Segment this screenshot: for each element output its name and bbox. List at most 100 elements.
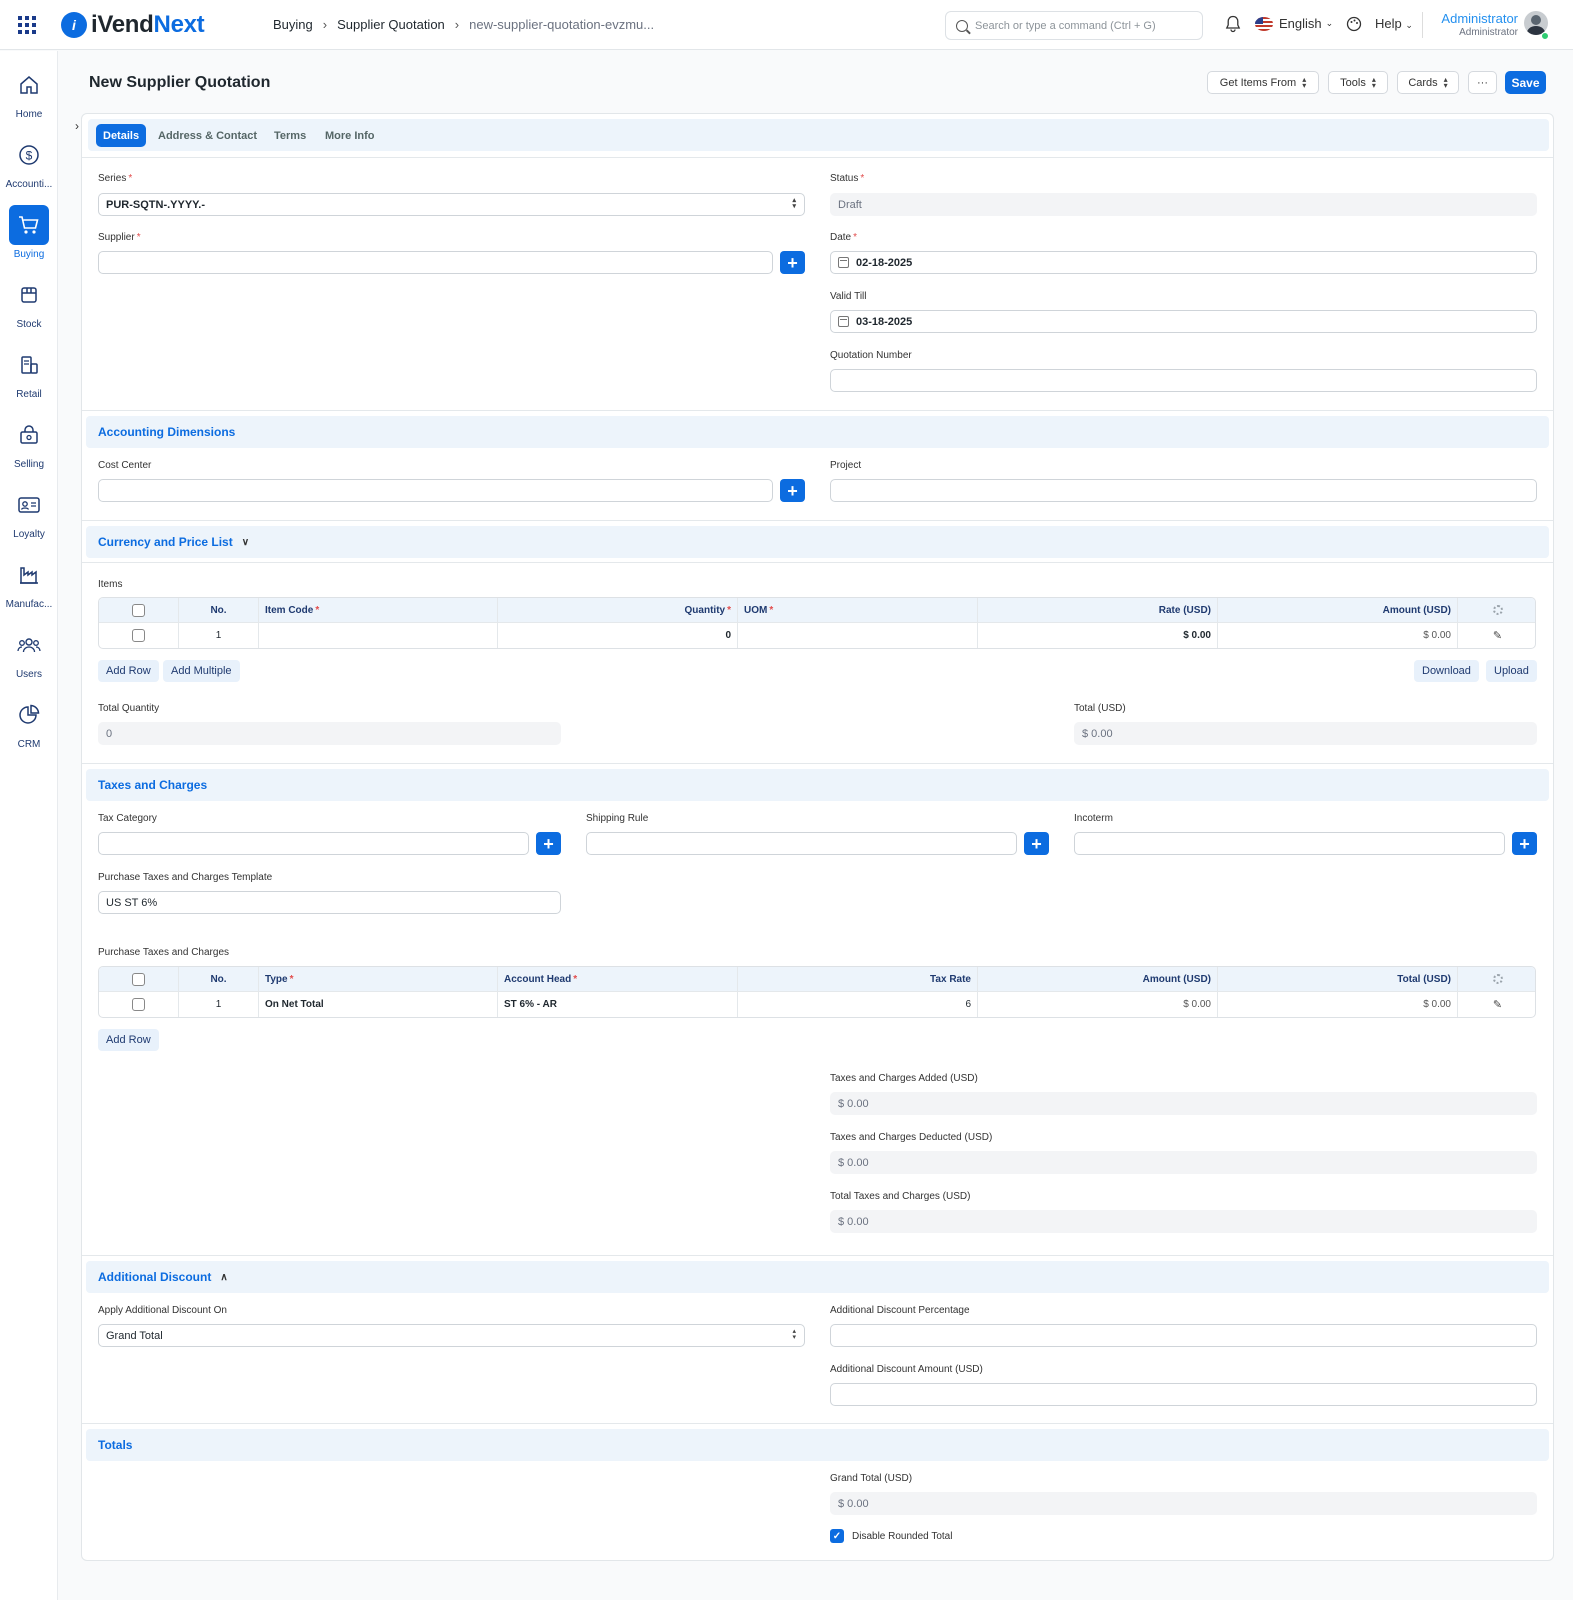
home-icon	[20, 76, 38, 94]
cost-center-input[interactable]	[98, 479, 773, 502]
total-cell: $ 0.00	[1218, 992, 1458, 1017]
item-code-cell[interactable]	[259, 623, 498, 648]
add-cost-center-button[interactable]: +	[780, 479, 805, 502]
sidebar: Home $ Accounti... Buying Stock Retail S…	[0, 51, 58, 1600]
row-checkbox[interactable]	[99, 623, 179, 648]
apply-discount-on-select[interactable]: Grand Total ▴ ▾	[98, 1324, 805, 1347]
sidebar-item-label: Manufac...	[5, 599, 53, 610]
taxes-deducted-label: Taxes and Charges Deducted (USD)	[830, 1132, 993, 1143]
template-label: Purchase Taxes and Charges Template	[98, 872, 273, 883]
taxes-charges-title[interactable]: Taxes and Charges	[98, 778, 207, 792]
column-settings[interactable]	[1458, 967, 1535, 991]
divider	[82, 520, 1553, 521]
amount-cell: $ 0.00	[978, 992, 1218, 1017]
cards-button[interactable]: Cards ▴ ▾	[1397, 71, 1459, 94]
search-input[interactable]: Search or type a command (Ctrl + G)	[945, 11, 1203, 40]
tab-more-info[interactable]: More Info	[318, 124, 382, 147]
column-settings[interactable]	[1458, 598, 1535, 622]
select-all-checkbox[interactable]	[99, 598, 179, 622]
breadcrumb-supplier-quotation[interactable]: Supplier Quotation	[337, 17, 445, 32]
bell-icon[interactable]	[1225, 15, 1241, 33]
add-row-button[interactable]: Add Row	[98, 660, 159, 682]
save-button[interactable]: Save	[1505, 71, 1546, 94]
select-all-checkbox[interactable]	[99, 967, 179, 991]
accounting-dimensions-title[interactable]: Accounting Dimensions	[98, 425, 235, 439]
app-grid-icon[interactable]	[18, 16, 36, 34]
sidebar-item-home[interactable]: Home	[0, 51, 58, 120]
palette-icon[interactable]	[1346, 16, 1362, 32]
add-incoterm-button[interactable]: +	[1512, 832, 1537, 855]
sidebar-item-buying[interactable]: Buying	[0, 191, 58, 260]
download-button[interactable]: Download	[1414, 660, 1479, 682]
tab-details[interactable]: Details	[96, 124, 147, 147]
currency-price-list-title[interactable]: Currency and Price List ∨	[98, 535, 249, 549]
supplier-input[interactable]	[98, 251, 773, 274]
discount-percentage-input[interactable]	[830, 1324, 1537, 1347]
logo-mark-icon: i	[61, 12, 87, 38]
totals-title[interactable]: Totals	[98, 1438, 132, 1452]
language-selector[interactable]: English ⌄	[1255, 16, 1333, 31]
incoterm-input[interactable]	[1074, 832, 1505, 855]
sidebar-item-label: CRM	[17, 739, 41, 750]
uom-cell[interactable]	[738, 623, 978, 648]
calendar-icon	[838, 316, 849, 327]
sidebar-item-selling[interactable]: Selling	[0, 401, 58, 470]
search-icon	[956, 19, 968, 32]
row-checkbox[interactable]	[99, 992, 179, 1017]
chevron-right-icon[interactable]: ›	[75, 119, 89, 133]
sidebar-item-users[interactable]: Users	[0, 611, 58, 680]
help-menu[interactable]: Help ⌄	[1375, 16, 1413, 31]
tax-rate-cell[interactable]: 6	[738, 992, 978, 1017]
add-tax-row-button[interactable]: Add Row	[98, 1029, 159, 1051]
grand-total-label: Grand Total (USD)	[830, 1473, 913, 1484]
tab-terms[interactable]: Terms	[267, 124, 313, 147]
upload-button[interactable]: Upload	[1486, 660, 1537, 682]
tab-address-contact[interactable]: Address & Contact	[151, 124, 264, 147]
taxes-added-label: Taxes and Charges Added (USD)	[830, 1073, 978, 1084]
add-shipping-rule-button[interactable]: +	[1024, 832, 1049, 855]
valid-till-label: Valid Till	[830, 291, 867, 302]
tax-category-input[interactable]	[98, 832, 529, 855]
additional-discount-title[interactable]: Additional Discount ∧	[98, 1270, 228, 1284]
project-input[interactable]	[830, 479, 1537, 502]
edit-row-button[interactable]: ✎	[1458, 992, 1535, 1017]
rate-cell[interactable]: $ 0.00	[978, 623, 1218, 648]
sidebar-item-retail[interactable]: Retail	[0, 331, 58, 400]
sidebar-item-crm[interactable]: CRM	[0, 681, 58, 750]
disable-rounded-total-checkbox[interactable]: ✓	[830, 1529, 844, 1543]
sidebar-item-stock[interactable]: Stock	[0, 261, 58, 330]
type-cell[interactable]: On Net Total	[259, 992, 498, 1017]
tax-category-label: Tax Category	[98, 813, 157, 824]
quotation-number-input[interactable]	[830, 369, 1537, 392]
us-flag-icon	[1255, 16, 1273, 31]
svg-text:$: $	[26, 149, 33, 163]
breadcrumb-buying[interactable]: Buying	[273, 17, 313, 32]
chevron-up-icon: ∧	[220, 1271, 228, 1283]
sidebar-item-manufacturing[interactable]: Manufac...	[0, 541, 58, 610]
shipping-rule-label: Shipping Rule	[586, 813, 649, 824]
quantity-cell[interactable]: 0	[498, 623, 738, 648]
column-header: Item Code *	[259, 598, 498, 622]
valid-till-input[interactable]: 03-18-2025	[830, 310, 1537, 333]
sidebar-item-loyalty[interactable]: Loyalty	[0, 471, 58, 540]
add-supplier-button[interactable]: +	[780, 251, 805, 274]
app-logo[interactable]: i iVendNext	[61, 11, 205, 39]
get-items-from-button[interactable]: Get Items From ▴ ▾	[1207, 71, 1319, 94]
more-options-button[interactable]: ···	[1468, 71, 1497, 94]
shipping-rule-input[interactable]	[586, 832, 1017, 855]
add-tax-category-button[interactable]: +	[536, 832, 561, 855]
series-select[interactable]: PUR-SQTN-.YYYY.- ▴ ▾	[98, 193, 805, 216]
edit-row-button[interactable]: ✎	[1458, 623, 1535, 648]
account-head-cell[interactable]: ST 6% - AR	[498, 992, 738, 1017]
user-menu[interactable]: Administrator Administrator	[1436, 11, 1518, 38]
template-input[interactable]: US ST 6%	[98, 891, 561, 914]
total-usd-field: $ 0.00	[1074, 722, 1537, 745]
sidebar-item-accounting[interactable]: $ Accounti...	[0, 121, 58, 190]
date-input[interactable]: 02-18-2025	[830, 251, 1537, 274]
tools-button[interactable]: Tools ▴ ▾	[1328, 71, 1388, 94]
chevron-right-icon: ›	[454, 17, 460, 32]
table-row[interactable]: 1 0 $ 0.00 $ 0.00 ✎	[99, 623, 1535, 648]
table-row[interactable]: 1 On Net Total ST 6% - AR 6 $ 0.00 $ 0.0…	[99, 992, 1535, 1017]
discount-amount-input[interactable]	[830, 1383, 1537, 1406]
add-multiple-button[interactable]: Add Multiple	[163, 660, 240, 682]
